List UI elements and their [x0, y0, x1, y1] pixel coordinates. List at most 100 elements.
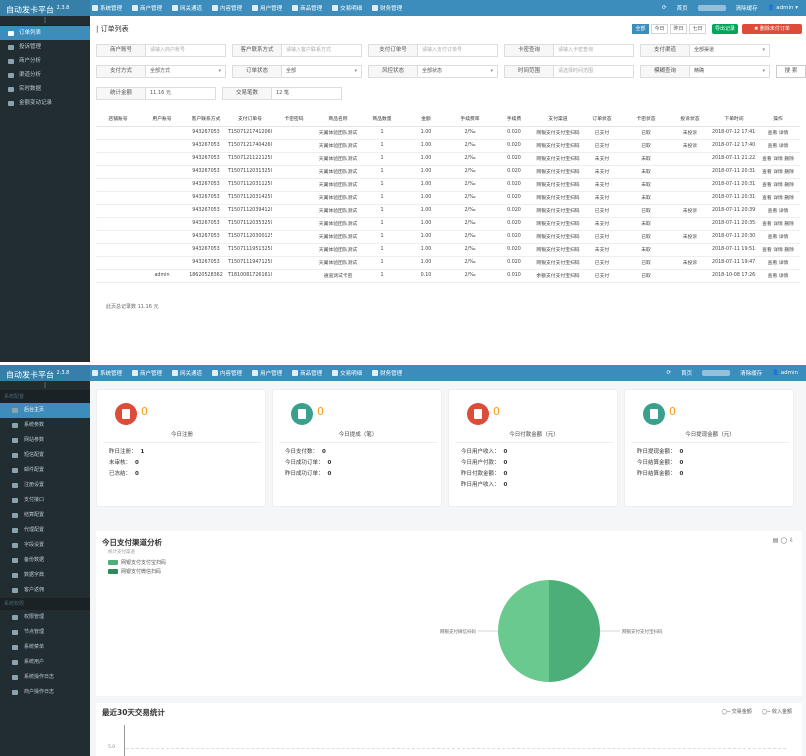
nav-item[interactable]: 财务管理	[372, 369, 402, 377]
home-link[interactable]: 首页	[681, 369, 692, 377]
table-cell[interactable]: 查看 详情	[756, 256, 800, 270]
sidebar-item[interactable]: 实时数据	[0, 82, 90, 96]
filter-input[interactable]: 请输入卡密查询	[554, 44, 634, 57]
filter-select[interactable]: 全部 ▾	[282, 65, 362, 78]
table-cell[interactable]: 查看 详情 删除	[756, 178, 800, 192]
sidebar-item[interactable]: 数据字典	[0, 568, 90, 583]
date-tab[interactable]: 今日	[651, 24, 668, 34]
table-cell: 943267053	[184, 139, 228, 153]
menu-icon	[12, 453, 18, 458]
table-cell[interactable]: 查看 详情	[756, 269, 800, 283]
delete-unpaid-button[interactable]: ✖ 删除未付订单	[742, 24, 802, 34]
sidebar-item[interactable]: 节点管理	[0, 625, 90, 640]
nav-item[interactable]: 网关通道	[172, 369, 202, 377]
sidebar-item[interactable]: 订单列表	[0, 26, 90, 40]
clear-cache-link[interactable]: 清除缓存	[740, 369, 762, 377]
nav-item[interactable]: 商户管理	[132, 369, 162, 377]
table-cell	[668, 191, 712, 205]
brand-logo[interactable]: 自动发卡平台 2.3.8	[0, 365, 90, 381]
pie-slice[interactable]	[549, 580, 600, 682]
nav-item[interactable]: 内容管理	[212, 4, 242, 12]
date-tab[interactable]: 全部	[632, 24, 649, 34]
user-menu[interactable]: 👤 admin ▾	[768, 5, 798, 11]
search-button[interactable]: 搜 索	[776, 65, 806, 78]
filter-input[interactable]: 请选择时间范围	[554, 65, 634, 78]
pie-label: 网银支付微信扫码	[440, 628, 476, 635]
table-row: 943267053T15071120314250022 天翼体验团队测试11.00…	[96, 191, 800, 205]
nav-item[interactable]: 用户管理	[252, 369, 282, 377]
clear-cache-link[interactable]: 清除缓存	[736, 4, 758, 12]
sidebar-item[interactable]: 权限管理	[0, 610, 90, 625]
table-cell[interactable]: 查看 详情 删除	[756, 217, 800, 231]
filter-input[interactable]: 请输入客户联系方式	[282, 44, 362, 57]
sidebar-toggle[interactable]: |	[0, 381, 90, 391]
filter-input[interactable]: 请输入支付订单号	[418, 44, 498, 57]
pie-slice[interactable]	[498, 580, 549, 682]
legend-entry[interactable]: ◯─ 交易金额	[722, 708, 752, 715]
sidebar-item[interactable]: 支付接口	[0, 493, 90, 508]
sidebar-item[interactable]: 投诉管理	[0, 40, 90, 54]
nav-item[interactable]: 交易明细	[332, 4, 362, 12]
nav-item[interactable]: 用户管理	[252, 4, 282, 12]
refresh-icon[interactable]: ⟳	[662, 5, 667, 11]
table-cell: 网银支付支付宝扫码	[536, 126, 580, 140]
sidebar-item[interactable]: 系统操作日志	[0, 670, 90, 685]
sidebar-item[interactable]: 系统菜单	[0, 640, 90, 655]
filter-select[interactable]: 全部状态 ▾	[418, 65, 498, 78]
filter-input[interactable]: 请输入商户账号	[146, 44, 226, 57]
card-title: 今日注册	[170, 432, 193, 438]
legend-entry[interactable]: ◯─ 收入金额	[762, 708, 792, 715]
table-cell[interactable]: 查看 详情 删除	[756, 165, 800, 179]
nav-item[interactable]: 交易明细	[332, 369, 362, 377]
sidebar-item[interactable]: 注册设置	[0, 478, 90, 493]
table-cell[interactable]: 查看 详情	[756, 139, 800, 153]
sidebar-item[interactable]: 系统参数	[0, 418, 90, 433]
nav-item[interactable]: 系统管理	[92, 369, 122, 377]
nav-item[interactable]: 商品管理	[292, 4, 322, 12]
table-cell[interactable]: 查看 详情	[756, 126, 800, 140]
table-cell[interactable]: 查看 详情 删除	[756, 243, 800, 257]
table-cell[interactable]: 查看 详情 删除	[756, 191, 800, 205]
date-tab[interactable]: 七日	[689, 24, 706, 34]
table-cell[interactable]: 查看 详情 删除	[756, 152, 800, 166]
sidebar-item[interactable]: 客户返佣	[0, 583, 90, 598]
refresh-icon[interactable]: ⟳	[667, 370, 672, 376]
sidebar-item[interactable]: 结算配置	[0, 508, 90, 523]
brand-logo[interactable]: 自动发卡平台 2.3.8	[0, 0, 90, 16]
sidebar-toggle[interactable]: |	[0, 16, 90, 26]
sidebar-item[interactable]: 渠道分析	[0, 68, 90, 82]
sidebar-item[interactable]: 商户分析	[0, 54, 90, 68]
sidebar-item[interactable]: 后台主页	[0, 403, 90, 418]
table-cell: 2018-07-11 20:31:34	[712, 165, 756, 179]
card-line-value: 0	[503, 482, 508, 488]
nav-item[interactable]: 商品管理	[292, 369, 322, 377]
sidebar-item[interactable]: 金额变动记录	[0, 96, 90, 110]
filter-select[interactable]: 精确 ▾	[690, 65, 770, 78]
sidebar-item[interactable]: 商户操作日志	[0, 685, 90, 700]
user-menu[interactable]: 👤 admin	[772, 370, 798, 376]
table-cell: 已支付	[580, 204, 624, 218]
filter-select[interactable]: 全部渠道 ▾	[690, 44, 770, 57]
nav-icon	[212, 5, 219, 11]
sidebar-item[interactable]: 备份数据	[0, 553, 90, 568]
nav-item[interactable]: 财务管理	[372, 4, 402, 12]
filter-select[interactable]: 全部方式 ▾	[146, 65, 226, 78]
nav-item[interactable]: 网关通道	[172, 4, 202, 12]
sidebar-item[interactable]: 网站参数	[0, 433, 90, 448]
nav-item[interactable]: 商户管理	[132, 4, 162, 12]
sidebar-item[interactable]: 短信配置	[0, 448, 90, 463]
sidebar-item-label: 商户分析	[19, 58, 42, 64]
sidebar-item[interactable]: 字段设置	[0, 538, 90, 553]
sidebar-item[interactable]: 系统用户	[0, 655, 90, 670]
home-link[interactable]: 首页	[677, 4, 688, 12]
sidebar-item[interactable]: 代理配置	[0, 523, 90, 538]
date-tab[interactable]: 昨日	[670, 24, 687, 34]
table-cell[interactable]: 查看 详情	[756, 230, 800, 244]
sidebar-item[interactable]: 邮件配置	[0, 463, 90, 478]
export-button[interactable]: 导出记录	[712, 24, 738, 34]
table-cell[interactable]: 查看 详情	[756, 204, 800, 218]
legend-entry[interactable]: 网银支付支付宝扫码	[108, 559, 166, 566]
nav-item[interactable]: 系统管理	[92, 4, 122, 12]
legend-entry[interactable]: 网银支付微信扫码	[108, 568, 161, 575]
nav-item[interactable]: 内容管理	[212, 369, 242, 377]
